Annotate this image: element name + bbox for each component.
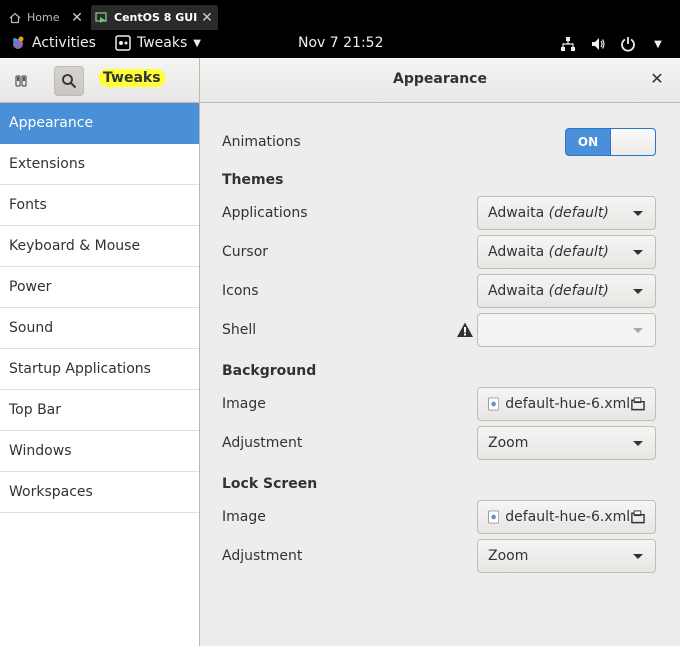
- chevron-down-icon: [633, 288, 643, 294]
- combo-value: Adwaita (default): [488, 244, 609, 260]
- sidebar-item-sound[interactable]: Sound: [0, 308, 199, 349]
- sidebar-item-windows[interactable]: Windows: [0, 431, 199, 472]
- page-title: Appearance: [393, 71, 487, 87]
- search-button[interactable]: [54, 66, 84, 96]
- app-menu-label: Tweaks: [137, 35, 188, 51]
- extensions-toggle-button[interactable]: [6, 66, 36, 96]
- file-icon: [488, 510, 500, 524]
- vm-icon: [95, 11, 109, 25]
- activities-button[interactable]: Activities: [10, 35, 96, 51]
- chevron-down-icon: ▼: [193, 37, 201, 49]
- shell-theme-combo: [477, 313, 656, 347]
- tab-centos-label: CentOS 8 GUI: [114, 11, 198, 24]
- activities-label: Activities: [32, 35, 96, 51]
- app-title: Tweaks: [99, 69, 165, 87]
- close-icon[interactable]: ✕: [648, 70, 666, 88]
- combo-value: Zoom: [488, 548, 529, 564]
- tweaks-app-icon: [115, 35, 131, 51]
- combo-value: Zoom: [488, 435, 529, 451]
- chevron-down-icon: [633, 553, 643, 559]
- icons-theme-combo[interactable]: Adwaita (default): [477, 274, 656, 308]
- combo-value: Adwaita (default): [488, 283, 609, 299]
- puzzle-icon: [15, 75, 27, 87]
- app-menu[interactable]: Tweaks ▼: [115, 35, 201, 51]
- close-icon[interactable]: ✕: [200, 10, 214, 26]
- sidebar-item-top-bar[interactable]: Top Bar: [0, 390, 199, 431]
- gnome-logo-icon: [10, 35, 26, 51]
- file-value: default-hue-6.xml: [505, 396, 631, 412]
- animations-switch[interactable]: ON: [565, 128, 656, 156]
- header-bar-left: Tweaks: [0, 58, 200, 103]
- close-icon[interactable]: ✕: [70, 10, 84, 26]
- background-image-chooser[interactable]: default-hue-6.xml: [477, 387, 656, 421]
- folder-open-icon: [631, 510, 645, 524]
- background-adjustment-combo[interactable]: Zoom: [477, 426, 656, 460]
- tab-home[interactable]: Home ✕: [4, 5, 88, 30]
- volume-icon: [590, 36, 606, 52]
- tab-home-label: Home: [27, 11, 60, 24]
- appearance-panel: Animations ON Themes Applications Adwait…: [200, 103, 680, 646]
- themes-heading: Themes: [222, 172, 284, 188]
- sidebar-item-startup-applications[interactable]: Startup Applications: [0, 349, 199, 390]
- combo-value: Adwaita (default): [488, 205, 609, 221]
- chevron-down-icon: [633, 327, 643, 333]
- power-icon: [620, 36, 636, 52]
- background-heading: Background: [222, 363, 317, 379]
- chevron-down-icon: ▼: [654, 38, 662, 50]
- chevron-down-icon: [633, 210, 643, 216]
- folder-open-icon: [631, 397, 645, 411]
- sidebar-item-extensions[interactable]: Extensions: [0, 144, 199, 185]
- system-tray[interactable]: ▼: [560, 36, 666, 52]
- lock-screen-adjustment-combo[interactable]: Zoom: [477, 539, 656, 573]
- sidebar-item-workspaces[interactable]: Workspaces: [0, 472, 199, 513]
- sidebar-item-keyboard-mouse[interactable]: Keyboard & Mouse: [0, 226, 199, 267]
- switch-on-label: ON: [577, 135, 599, 149]
- browser-tab-strip: Home ✕ CentOS 8 GUI ✕: [0, 0, 680, 32]
- sidebar-item-fonts[interactable]: Fonts: [0, 185, 199, 226]
- chevron-down-icon: [633, 440, 643, 446]
- sidebar-item-power[interactable]: Power: [0, 267, 199, 308]
- tab-centos[interactable]: CentOS 8 GUI ✕: [91, 5, 218, 30]
- applications-theme-combo[interactable]: Adwaita (default): [477, 196, 656, 230]
- header-bar: Tweaks Appearance ✕: [0, 58, 680, 103]
- sidebar-item-appearance[interactable]: Appearance: [0, 103, 199, 144]
- clock[interactable]: Nov 7 21:52: [298, 35, 383, 51]
- tweaks-window: Tweaks Appearance ✕ Appearance Extension…: [0, 58, 680, 646]
- chevron-down-icon: [633, 249, 643, 255]
- switch-knob: [610, 129, 655, 155]
- network-icon: [560, 36, 576, 52]
- gnome-top-bar: Activities Tweaks ▼ Nov 7 21:52 ▼: [0, 32, 680, 58]
- file-value: default-hue-6.xml: [505, 509, 631, 525]
- warning-icon: [457, 322, 473, 337]
- sidebar: Appearance Extensions Fonts Keyboard & M…: [0, 103, 200, 646]
- cursor-theme-combo[interactable]: Adwaita (default): [477, 235, 656, 269]
- lock-screen-image-chooser[interactable]: default-hue-6.xml: [477, 500, 656, 534]
- lock-screen-heading: Lock Screen: [222, 476, 318, 492]
- search-icon: [62, 74, 77, 89]
- file-icon: [488, 397, 500, 411]
- home-icon: [8, 11, 22, 25]
